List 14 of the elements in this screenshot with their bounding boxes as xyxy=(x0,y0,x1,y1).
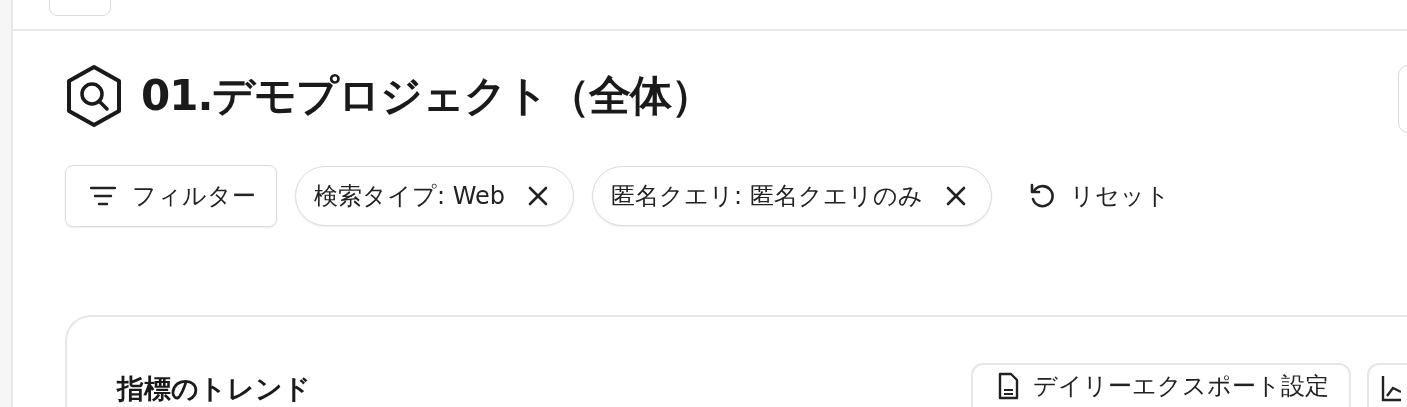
chart-button[interactable] xyxy=(1367,363,1407,407)
chart-icon xyxy=(1381,374,1401,402)
document-icon xyxy=(997,372,1019,400)
reset-button[interactable]: リセット xyxy=(1009,165,1170,227)
card-title: 指標のトレンド xyxy=(117,372,311,406)
close-icon[interactable] xyxy=(944,185,967,207)
close-icon[interactable] xyxy=(527,185,550,207)
search-icon xyxy=(65,64,123,128)
filter-chip[interactable]: 検索タイプ: Web xyxy=(295,166,575,226)
filter-chip[interactable]: 匿名クエリ: 匿名クエリのみ xyxy=(592,166,992,226)
filter-icon xyxy=(90,186,116,206)
export-settings-button[interactable]: デイリーエクスポート設定 xyxy=(971,363,1351,407)
filter-button[interactable]: フィルター xyxy=(65,165,277,227)
page-title: 01.デモプロジェクト（全体） xyxy=(141,70,713,122)
